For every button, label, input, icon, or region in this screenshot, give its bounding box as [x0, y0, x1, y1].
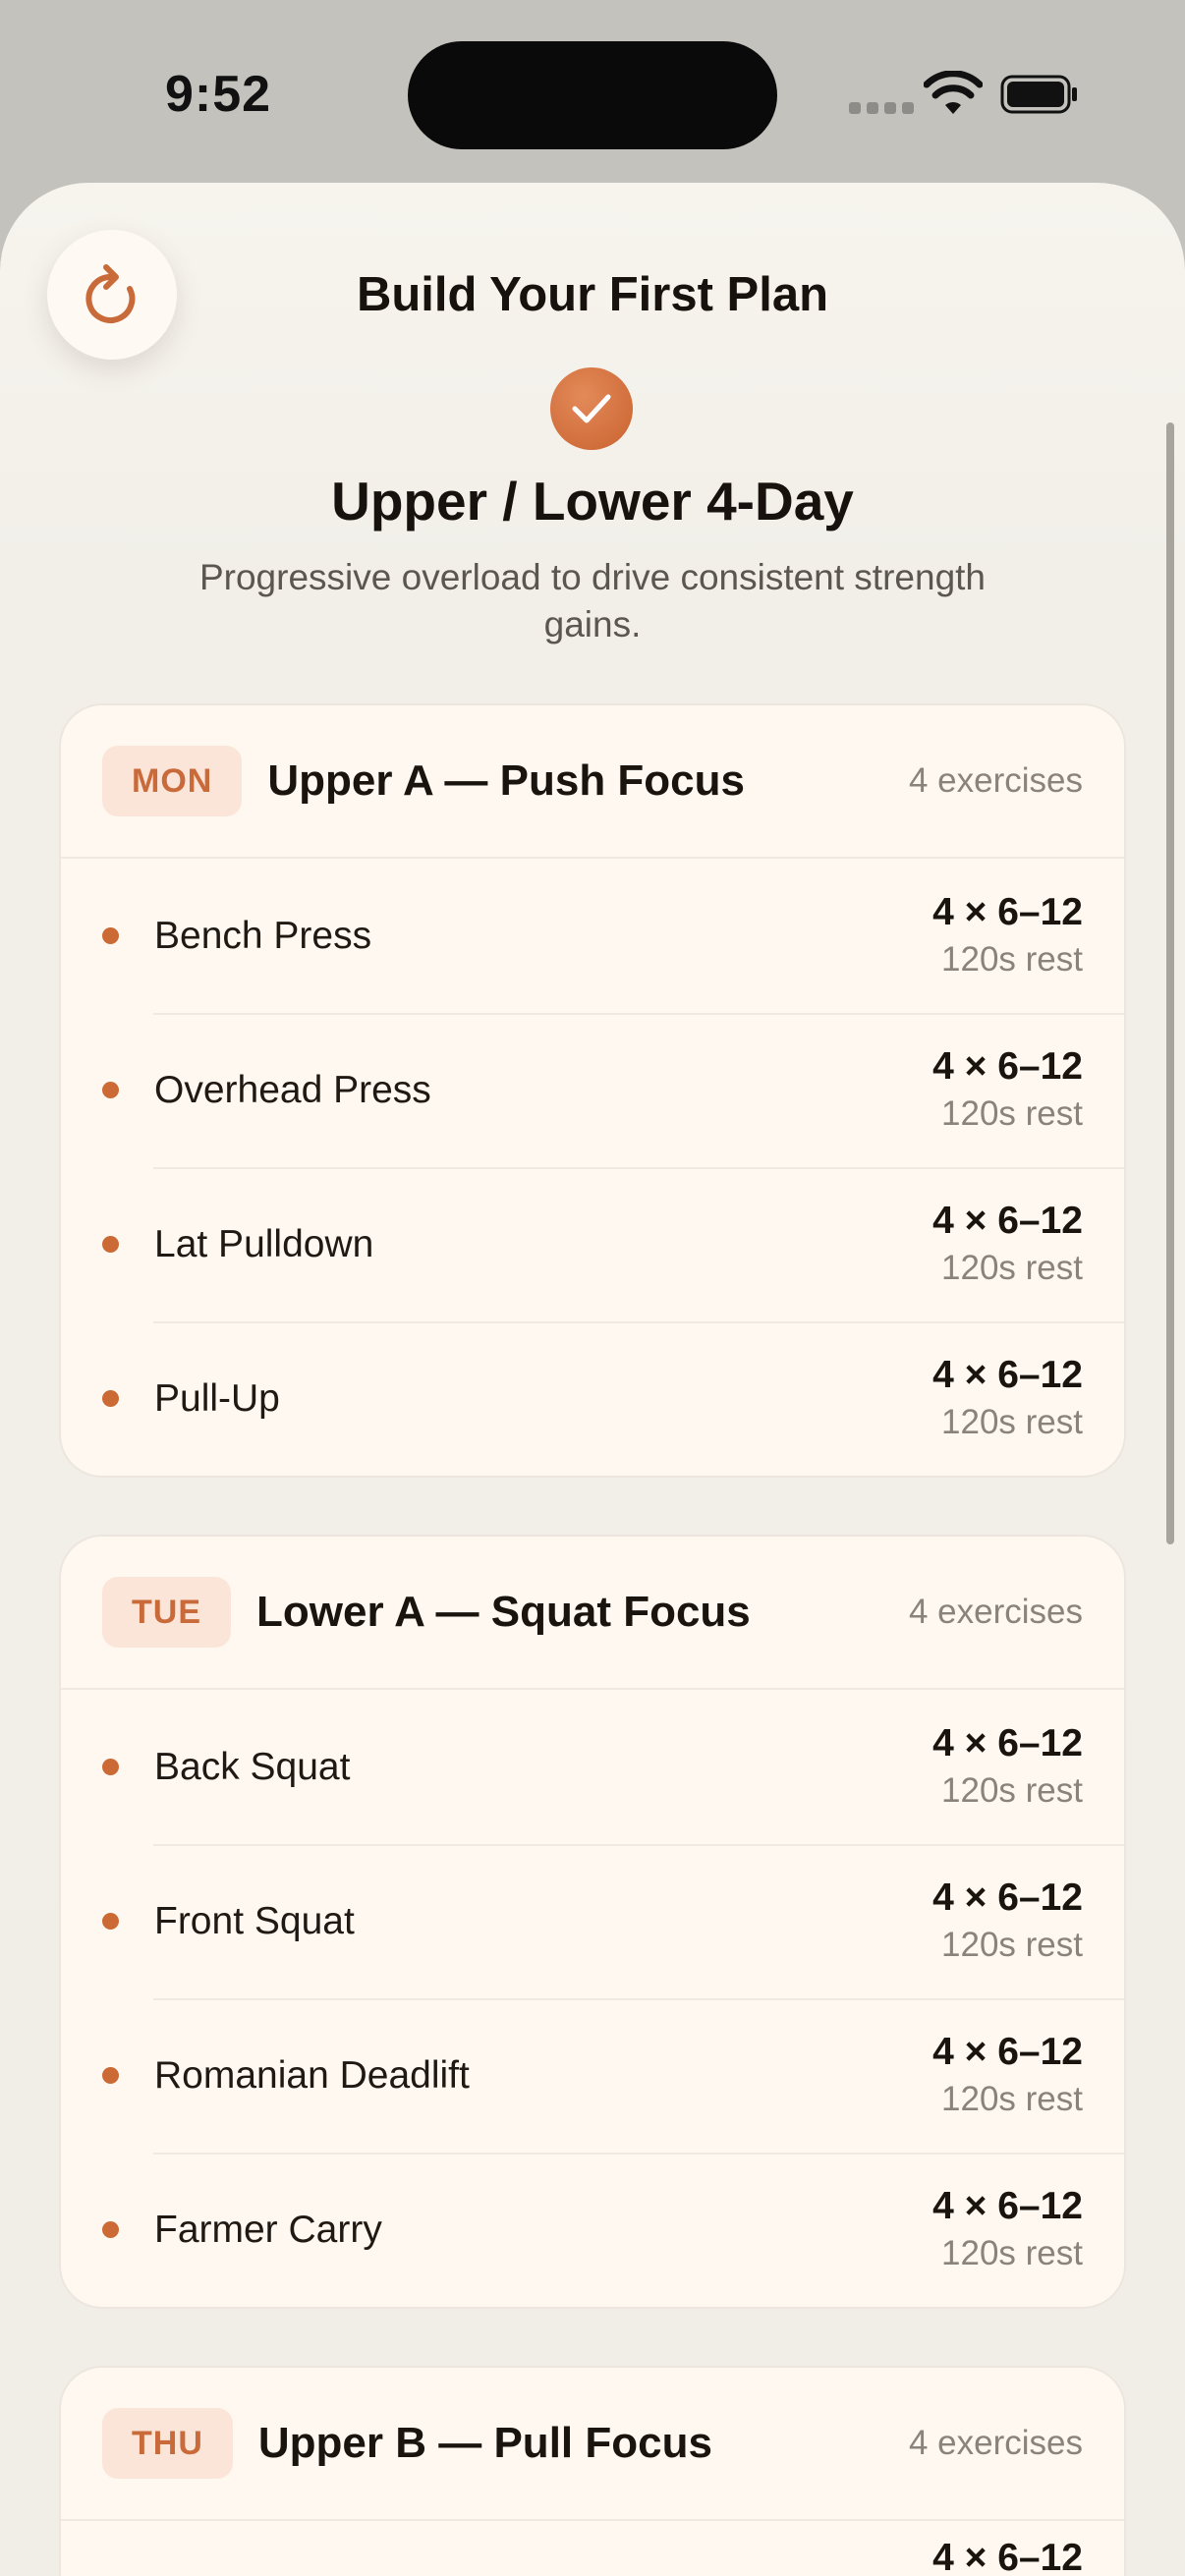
plan-description: Progressive overload to drive consistent… [198, 557, 987, 644]
exercise-name: Bench Press [154, 914, 372, 957]
day-title: Lower A — Squat Focus [256, 1588, 751, 1636]
exercise-rest: 120s rest [941, 1402, 1083, 1441]
exercise-rest: 120s rest [941, 1925, 1083, 1964]
exercise-count: 4 exercises [908, 761, 1083, 800]
wifi-icon [924, 71, 983, 114]
day-title: Upper A — Push Focus [267, 756, 746, 805]
exercise-row[interactable]: 4 × 6–12 [61, 2521, 1124, 2576]
day-card-tue[interactable]: TUE Lower A — Squat Focus 4 exercises Ba… [59, 1535, 1126, 2309]
day-card-header: TUE Lower A — Squat Focus 4 exercises [61, 1537, 1124, 1690]
exercise-sets: 4 × 6–12 [932, 1353, 1083, 1396]
cellular-signal-icon [849, 102, 914, 114]
exercise-sets: 4 × 6–12 [932, 1721, 1083, 1764]
exercise-row[interactable]: Lat Pulldown 4 × 6–12 120s rest [61, 1167, 1124, 1321]
battery-icon [1000, 75, 1077, 114]
day-badge: THU [102, 2408, 233, 2479]
status-bar: 9:52 [0, 0, 1185, 183]
bullet-dot [102, 1082, 119, 1098]
exercise-rest: 120s rest [941, 1248, 1083, 1287]
bullet-dot [102, 927, 119, 944]
plan-title: Upper / Lower 4-Day [331, 471, 854, 532]
exercise-name: Back Squat [154, 1745, 351, 1788]
dynamic-island [408, 41, 777, 149]
exercise-sets: 4 × 6–12 [932, 2537, 1083, 2576]
bullet-dot [102, 2067, 119, 2084]
bullet-dot [102, 1913, 119, 1930]
exercise-rest: 120s rest [941, 1770, 1083, 1810]
day-card-header: MON Upper A — Push Focus 4 exercises [61, 705, 1124, 859]
status-time: 9:52 [165, 66, 272, 123]
exercise-row[interactable]: Back Squat 4 × 6–12 120s rest [61, 1690, 1124, 1844]
day-title: Upper B — Pull Focus [257, 2419, 712, 2467]
exercise-sets: 4 × 6–12 [932, 1044, 1083, 1088]
bullet-dot [102, 1759, 119, 1775]
exercise-count: 4 exercises [908, 1593, 1083, 1631]
page-title: Build Your First Plan [356, 268, 829, 321]
exercise-sets: 4 × 6–12 [932, 1199, 1083, 1242]
exercise-row[interactable]: Pull-Up 4 × 6–12 120s rest [61, 1321, 1124, 1476]
exercise-name: Pull-Up [154, 1376, 280, 1420]
bullet-dot [102, 2221, 119, 2238]
day-card-mon[interactable]: MON Upper A — Push Focus 4 exercises Ben… [59, 703, 1126, 1478]
exercise-sets: 4 × 6–12 [932, 2030, 1083, 2073]
exercise-row[interactable]: Bench Press 4 × 6–12 120s rest [61, 859, 1124, 1013]
exercise-rest: 120s rest [941, 2079, 1083, 2118]
exercise-rest: 120s rest [941, 939, 1083, 979]
exercise-rest: 120s rest [941, 2233, 1083, 2272]
exercise-name: Front Squat [154, 1899, 355, 1942]
exercise-name: Lat Pulldown [154, 1222, 374, 1265]
exercise-sets: 4 × 6–12 [932, 2184, 1083, 2227]
exercise-sets: 4 × 6–12 [932, 890, 1083, 933]
exercise-name: Romanian Deadlift [154, 2053, 470, 2097]
exercise-row[interactable]: Overhead Press 4 × 6–12 120s rest [61, 1013, 1124, 1167]
exercise-rest: 120s rest [941, 1093, 1083, 1133]
exercise-row[interactable]: Farmer Carry 4 × 6–12 120s rest [61, 2153, 1124, 2307]
bullet-dot [102, 1236, 119, 1253]
scrollbar[interactable] [1166, 422, 1174, 1544]
day-badge: MON [102, 746, 243, 816]
day-card-header: THU Upper B — Pull Focus 4 exercises [61, 2368, 1124, 2521]
exercise-name: Overhead Press [154, 1068, 431, 1111]
bullet-dot [102, 1390, 119, 1407]
day-card-thu[interactable]: THU Upper B — Pull Focus 4 exercises 4 ×… [59, 2366, 1126, 2576]
exercise-sets: 4 × 6–12 [932, 1876, 1083, 1919]
exercise-row[interactable]: Front Squat 4 × 6–12 120s rest [61, 1844, 1124, 1998]
check-icon [550, 367, 633, 450]
day-badge: TUE [102, 1577, 231, 1648]
exercise-row[interactable]: Romanian Deadlift 4 × 6–12 120s rest [61, 1998, 1124, 2153]
plan-sheet: Build Your First Plan Upper / Lower 4-Da… [0, 183, 1185, 2576]
exercise-name: Farmer Carry [154, 2208, 382, 2251]
exercise-count: 4 exercises [908, 2424, 1083, 2462]
